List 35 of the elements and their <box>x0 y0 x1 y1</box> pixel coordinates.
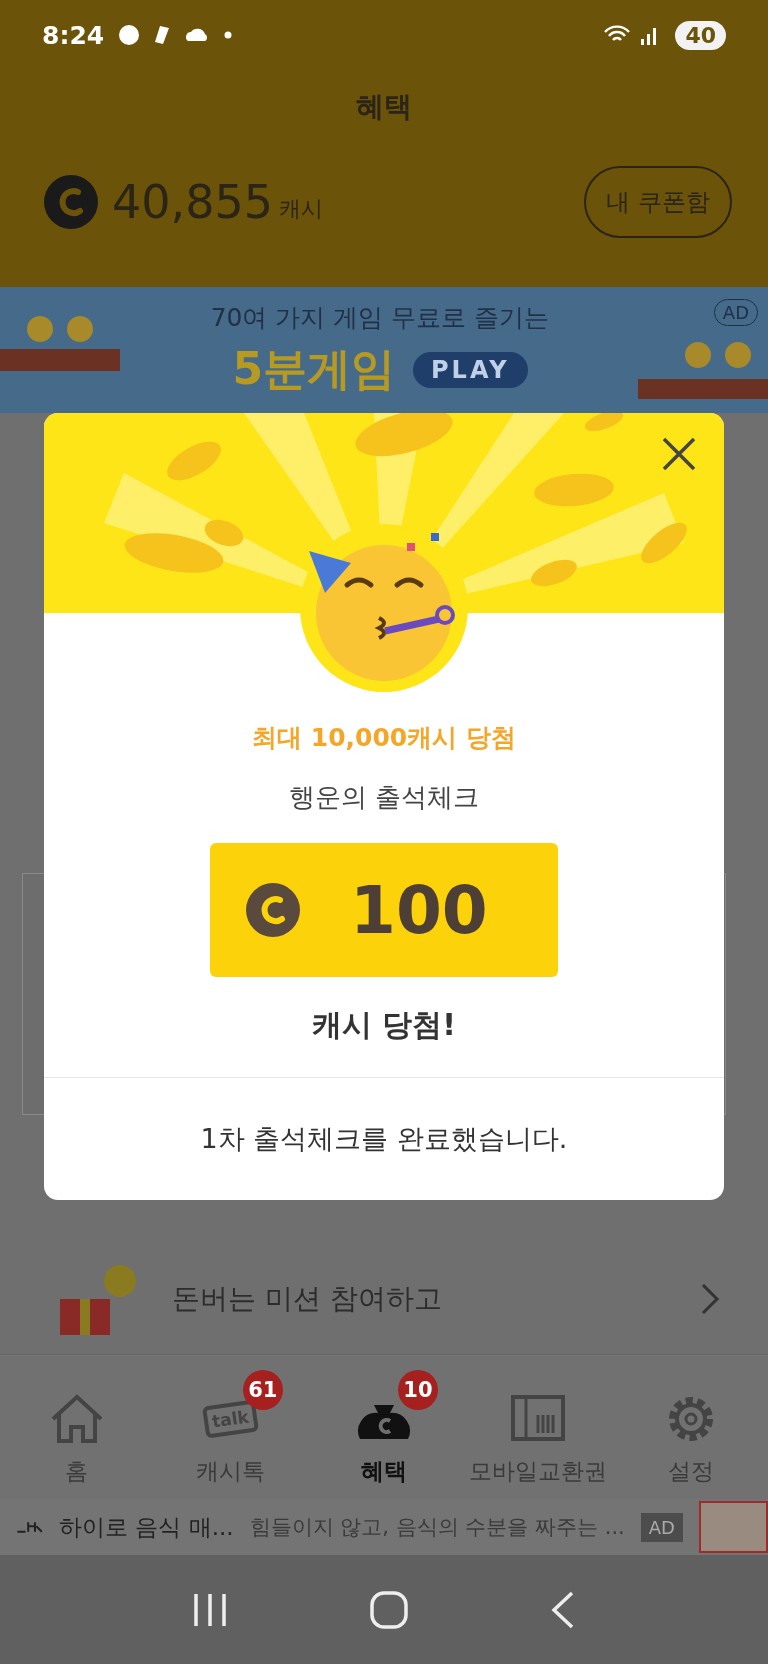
mission-text: 돈버는 미션 참여하고 <box>172 1281 442 1317</box>
ad-title: 하이로 음식 매... <box>59 1512 234 1542</box>
status-time: 8:24 <box>42 20 105 50</box>
result-text: 캐시 당첨! <box>311 1006 457 1044</box>
count-badge: 61 <box>242 1370 283 1410</box>
completion-message: 1차 출석체크를 완료했습니다. <box>199 1122 569 1156</box>
ad-bar[interactable]: 하이로 음식 매... 힘들이지 않고, 음식의 수분을 짜주는 ... AD <box>0 1499 768 1555</box>
photo-placeholder <box>698 1501 768 1553</box>
cash-unit: 캐시 <box>278 195 323 223</box>
prize-amount: 100 <box>350 871 488 949</box>
event-title: 행운의 출석체크 <box>288 781 480 814</box>
home-button-icon[interactable] <box>369 1589 409 1630</box>
nav-tab[interactable]: 홈 <box>0 1368 154 1487</box>
play-badge: PLAY <box>413 351 528 388</box>
ad-text: 힘들이지 않고, 음식의 수분을 짜주는 ... <box>249 1514 625 1541</box>
prize-headline: 최대 10,000캐시 당첨 <box>252 722 516 754</box>
count-badge: 10 <box>398 1370 438 1410</box>
coin-icon <box>246 883 300 937</box>
page-title: 혜택 <box>355 89 413 125</box>
close-button[interactable] <box>662 437 696 471</box>
battery-indicator: 40 <box>675 20 726 50</box>
nav-tab[interactable]: 모바일교환권 <box>460 1368 615 1487</box>
coin-icon <box>44 175 98 229</box>
cash-balance: 40,855 <box>112 175 273 229</box>
party-face-icon <box>299 523 469 693</box>
close-icon <box>662 437 696 471</box>
ad-badge: AD <box>640 1512 683 1542</box>
coupon-box-button[interactable]: 내 쿠폰함 <box>584 166 732 238</box>
chevron-right-icon <box>700 1282 720 1316</box>
notification-dot-icon <box>224 31 233 39</box>
banner-title: 5분게임 <box>232 342 396 396</box>
nav-tab[interactable]: 10 혜택 <box>307 1368 461 1487</box>
nav-tab[interactable]: 설정 <box>614 1368 768 1487</box>
game-ad-banner[interactable]: 70여 가지 게임 무료로 즐기는 5분게임 PLAY AD <box>0 287 768 413</box>
banner-subtitle: 70여 가지 게임 무료로 즐기는 <box>210 302 550 334</box>
